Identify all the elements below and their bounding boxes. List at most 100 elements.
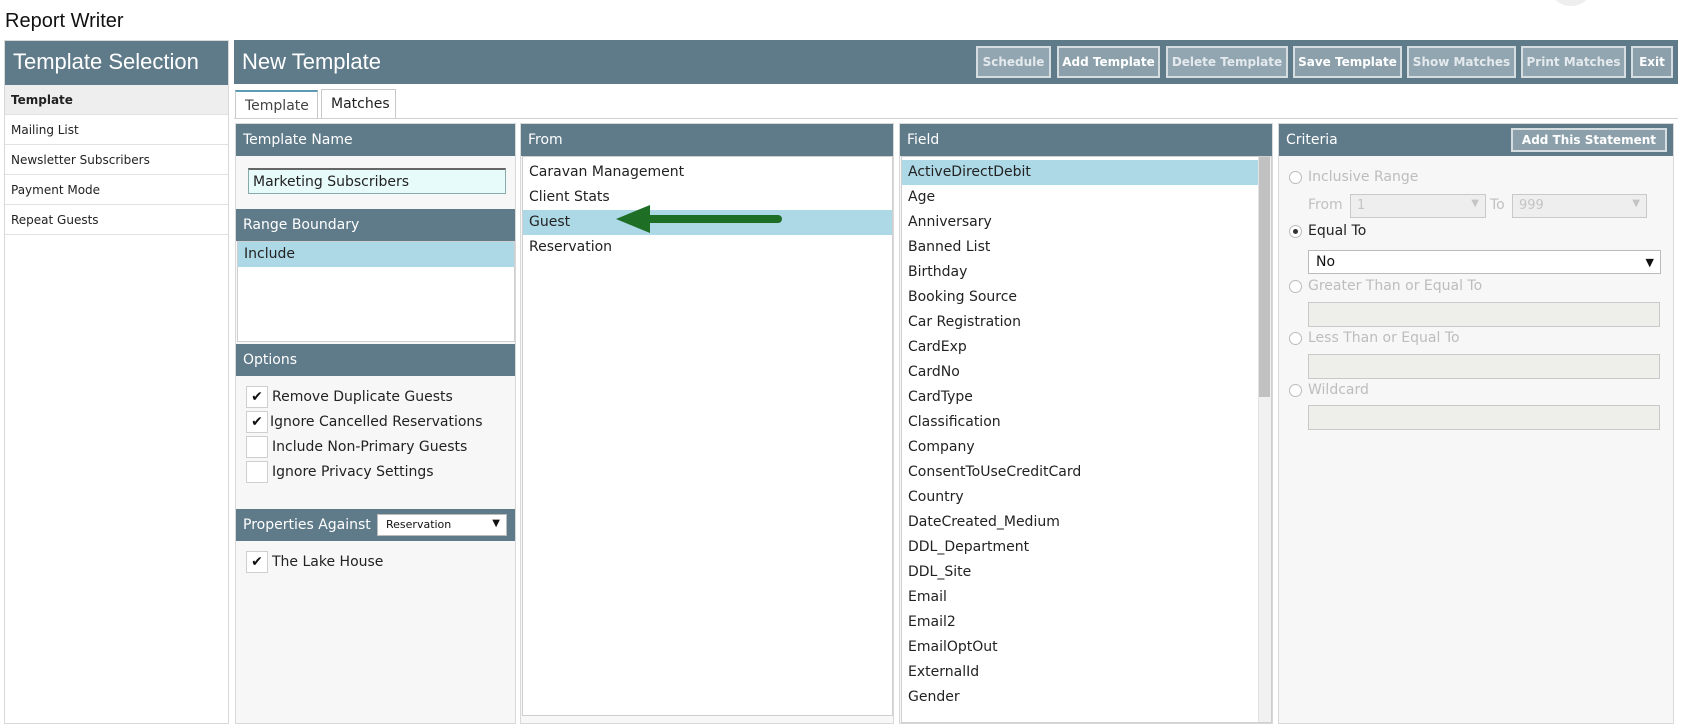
field-item[interactable]: Booking Source <box>902 285 1271 310</box>
property-label: The Lake House <box>272 554 384 570</box>
from-item-reservation[interactable]: Reservation <box>523 235 892 260</box>
field-item[interactable]: Classification <box>902 410 1271 435</box>
template-selection-sidebar: Template Selection Template Mailing List… <box>4 40 229 724</box>
from-list: Caravan Management Client Stats Guest Re… <box>522 156 893 716</box>
sidebar-item-template[interactable]: Template <box>5 85 228 115</box>
radio-equal-to[interactable] <box>1289 225 1302 238</box>
checkbox-ignore-cancelled[interactable]: ✔ <box>246 411 268 433</box>
save-template-button[interactable]: Save Template <box>1293 46 1402 78</box>
checkbox-ignore-privacy[interactable] <box>246 461 268 483</box>
option-ignore-cancelled[interactable]: ✔ Ignore Cancelled Reservations <box>246 411 483 433</box>
field-item[interactable]: ActiveDirectDebit <box>902 160 1271 185</box>
sidebar-item-payment-mode[interactable]: Payment Mode <box>5 175 228 205</box>
field-item[interactable]: ConsentToUseCreditCard <box>902 460 1271 485</box>
decorative-shape <box>1548 0 1594 6</box>
tab-template[interactable]: Template <box>235 90 318 119</box>
equal-to-value: No <box>1316 254 1336 270</box>
greater-than-input[interactable] <box>1308 302 1660 327</box>
sidebar-item-mailing-list[interactable]: Mailing List <box>5 115 228 145</box>
inclusive-range-label: Inclusive Range <box>1308 169 1419 185</box>
option-label: Ignore Privacy Settings <box>272 464 434 480</box>
field-item[interactable]: CardExp <box>902 335 1271 360</box>
wildcard-input[interactable] <box>1308 405 1660 430</box>
field-item[interactable]: Gender <box>902 685 1271 710</box>
from-item-caravan-management[interactable]: Caravan Management <box>523 160 892 185</box>
range-to-select[interactable]: 999 ▼ <box>1512 194 1647 218</box>
properties-against-select[interactable]: Reservation ▼ <box>377 514 507 536</box>
delete-template-button[interactable]: Delete Template <box>1166 46 1288 78</box>
field-list: ActiveDirectDebit Age Anniversary Banned Li… <box>901 156 1272 723</box>
chevron-down-icon: ▼ <box>1645 256 1654 269</box>
criteria-header: Criteria Add This Statement <box>1279 124 1673 156</box>
chevron-down-icon: ▼ <box>1471 198 1479 209</box>
properties-heading: Properties Against <box>243 517 371 533</box>
less-than-input[interactable] <box>1308 354 1660 379</box>
arrow-left-icon <box>616 205 782 233</box>
to-label: To <box>1490 197 1505 213</box>
option-label: Include Non-Primary Guests <box>272 439 468 455</box>
field-item[interactable]: EmailOptOut <box>902 635 1271 660</box>
template-name-heading: Template Name <box>236 124 515 156</box>
option-ignore-privacy[interactable]: Ignore Privacy Settings <box>246 461 434 483</box>
radio-greater-than[interactable] <box>1289 280 1302 293</box>
add-statement-button[interactable]: Add This Statement <box>1510 128 1667 152</box>
criteria-panel: Criteria Add This Statement Inclusive Ra… <box>1278 123 1674 724</box>
field-item[interactable]: Country <box>902 485 1271 510</box>
scrollbar-track[interactable] <box>1258 157 1271 722</box>
field-item[interactable]: DateCreated_Medium <box>902 510 1271 535</box>
chevron-down-icon: ▼ <box>1632 198 1640 209</box>
field-item[interactable]: Company <box>902 435 1271 460</box>
from-panel: From Caravan Management Client Stats Gue… <box>520 123 894 724</box>
scrollbar-thumb[interactable] <box>1259 157 1270 397</box>
range-from-value: 1 <box>1357 198 1366 213</box>
exit-button[interactable]: Exit <box>1631 46 1673 78</box>
radio-wildcard[interactable] <box>1289 384 1302 397</box>
field-item[interactable]: Email <box>902 585 1271 610</box>
range-to-value: 999 <box>1519 198 1544 213</box>
field-item[interactable]: Email2 <box>902 610 1271 635</box>
field-item[interactable]: Banned List <box>902 235 1271 260</box>
field-item[interactable]: Birthday <box>902 260 1271 285</box>
checkbox-lake-house[interactable]: ✔ <box>246 551 268 573</box>
sidebar-item-repeat-guests[interactable]: Repeat Guests <box>5 205 228 235</box>
radio-less-than[interactable] <box>1289 332 1302 345</box>
equal-to-select[interactable]: No ▼ <box>1308 250 1661 274</box>
from-heading: From <box>521 124 893 156</box>
sidebar-title: Template Selection <box>5 41 228 85</box>
page-title: New Template <box>242 49 381 74</box>
range-from-select[interactable]: 1 ▼ <box>1350 194 1486 218</box>
field-item[interactable]: DDL_Department <box>902 535 1271 560</box>
tab-matches[interactable]: Matches <box>321 89 396 119</box>
field-item[interactable]: ExternalId <box>902 660 1271 685</box>
properties-select-value: Reservation <box>386 518 452 531</box>
checkbox-include-non-primary[interactable] <box>246 436 268 458</box>
sidebar-item-newsletter-subscribers[interactable]: Newsletter Subscribers <box>5 145 228 175</box>
criteria-heading: Criteria <box>1286 132 1338 148</box>
option-label: Ignore Cancelled Reservations <box>270 414 483 430</box>
property-lake-house[interactable]: ✔ The Lake House <box>246 551 383 573</box>
template-name-input[interactable] <box>248 168 506 194</box>
option-include-non-primary[interactable]: Include Non-Primary Guests <box>246 436 467 458</box>
checkbox-remove-duplicates[interactable]: ✔ <box>246 386 268 408</box>
wildcard-label: Wildcard <box>1308 382 1369 398</box>
range-boundary-heading: Range Boundary <box>236 209 515 241</box>
field-item[interactable]: DDL_Site <box>902 560 1271 585</box>
field-item[interactable]: Car Registration <box>902 310 1271 335</box>
equal-to-label: Equal To <box>1308 223 1367 239</box>
schedule-button[interactable]: Schedule <box>976 46 1051 78</box>
range-boundary-item-include[interactable]: Include <box>238 242 514 267</box>
chevron-down-icon: ▼ <box>492 518 500 529</box>
properties-header: Properties Against Reservation ▼ <box>236 509 515 541</box>
radio-inclusive-range[interactable] <box>1289 171 1302 184</box>
option-remove-duplicates[interactable]: ✔ Remove Duplicate Guests <box>246 386 453 408</box>
field-item[interactable]: Anniversary <box>902 210 1271 235</box>
show-matches-button[interactable]: Show Matches <box>1407 46 1516 78</box>
tab-divider <box>234 118 1678 119</box>
field-item[interactable]: CardType <box>902 385 1271 410</box>
field-item[interactable]: CardNo <box>902 360 1271 385</box>
add-template-button[interactable]: Add Template <box>1057 46 1160 78</box>
field-item[interactable]: Age <box>902 185 1271 210</box>
field-panel: Field ActiveDirectDebit Age Anniversary Ban… <box>899 123 1273 724</box>
field-items: ActiveDirectDebit Age Anniversary Banned Li… <box>902 160 1271 710</box>
print-matches-button[interactable]: Print Matches <box>1521 46 1626 78</box>
